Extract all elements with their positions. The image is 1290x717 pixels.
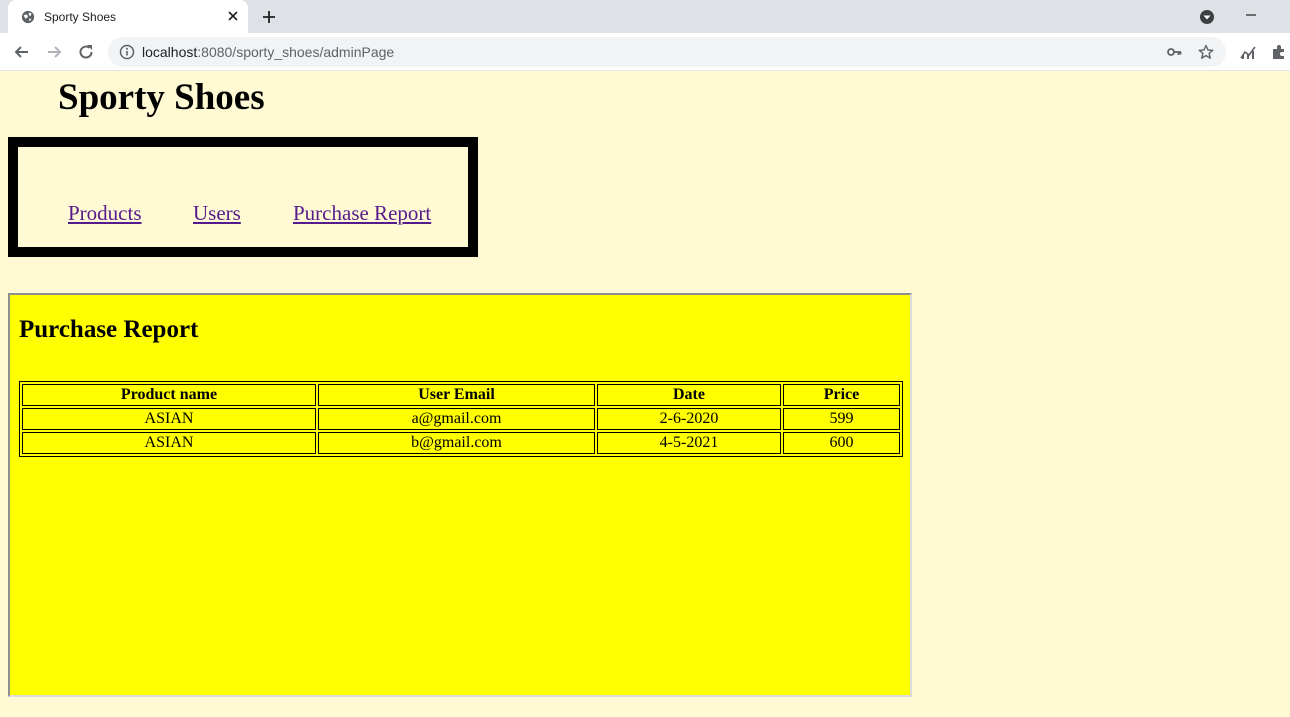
minimize-icon[interactable] xyxy=(1243,7,1259,23)
table-row: ASIAN a@gmail.com 2-6-2020 599 xyxy=(22,408,900,430)
column-header-price: Price xyxy=(783,384,900,406)
table-header-row: Product name User Email Date Price xyxy=(22,384,900,406)
browser-toolbar: localhost:8080/sporty_shoes/adminPage xyxy=(0,33,1290,71)
nav-link-products[interactable]: Products xyxy=(68,201,142,226)
plus-icon[interactable] xyxy=(261,9,277,25)
nav-link-purchase-report[interactable]: Purchase Report xyxy=(293,201,431,226)
cell-product-name: ASIAN xyxy=(22,408,316,430)
cell-date: 4-5-2021 xyxy=(597,432,781,454)
report-heading: Purchase Report xyxy=(19,316,199,343)
forward-arrow-icon[interactable] xyxy=(44,42,64,62)
address-bar[interactable]: localhost:8080/sporty_shoes/adminPage xyxy=(108,37,1226,67)
nav-link-users[interactable]: Users xyxy=(193,201,241,226)
back-arrow-icon[interactable] xyxy=(12,42,32,62)
globe-icon xyxy=(21,10,35,24)
key-icon[interactable] xyxy=(1166,44,1182,60)
column-header-user-email: User Email xyxy=(318,384,595,406)
tab-search-icon[interactable] xyxy=(1199,9,1215,25)
admin-nav-box: Products Users Purchase Report xyxy=(8,137,478,257)
tab-title: Sporty Shoes xyxy=(44,10,117,24)
star-icon[interactable] xyxy=(1198,44,1214,60)
column-header-date: Date xyxy=(597,384,781,406)
url-host: localhost xyxy=(142,44,198,60)
cell-date: 2-6-2020 xyxy=(597,408,781,430)
cell-price: 600 xyxy=(783,432,900,454)
purchase-report-panel: Purchase Report Product name User Email … xyxy=(8,293,912,697)
site-title: Sporty Shoes xyxy=(58,77,265,118)
cell-user-email: b@gmail.com xyxy=(318,432,595,454)
table-row: ASIAN b@gmail.com 4-5-2021 600 xyxy=(22,432,900,454)
cell-user-email: a@gmail.com xyxy=(318,408,595,430)
url-path: :8080/sporty_shoes/adminPage xyxy=(197,44,395,60)
browser-tab[interactable]: Sporty Shoes xyxy=(8,0,248,33)
purchase-report-table: Product name User Email Date Price ASIAN… xyxy=(19,381,903,457)
browser-tab-strip: Sporty Shoes xyxy=(0,0,1290,33)
url-text: localhost:8080/sporty_shoes/adminPage xyxy=(142,44,394,60)
cell-price: 599 xyxy=(783,408,900,430)
cell-product-name: ASIAN xyxy=(22,432,316,454)
chart-extension-icon[interactable] xyxy=(1239,43,1257,61)
reload-icon[interactable] xyxy=(76,42,96,62)
close-icon[interactable] xyxy=(225,8,241,24)
puzzle-icon[interactable] xyxy=(1270,43,1288,61)
column-header-product-name: Product name xyxy=(22,384,316,406)
info-icon[interactable] xyxy=(119,44,135,60)
